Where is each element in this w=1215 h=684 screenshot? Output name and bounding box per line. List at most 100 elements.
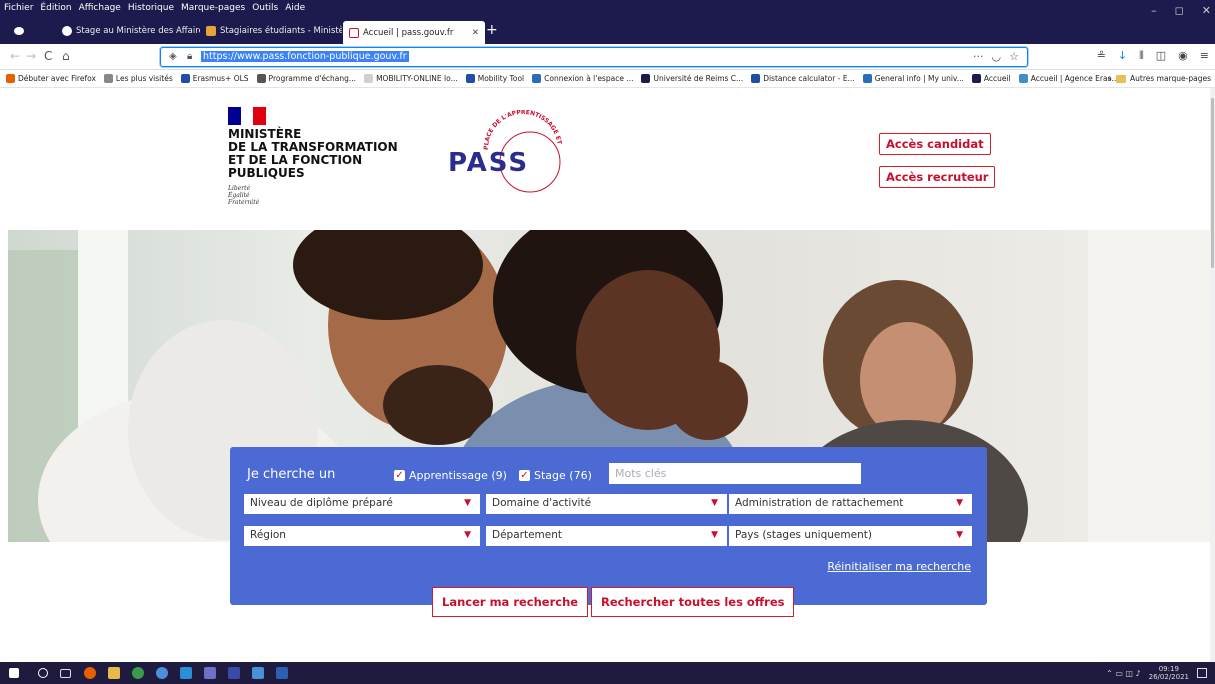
tab-accueil-pass[interactable]: Accueil | pass.gouv.fr ✕ (343, 21, 485, 44)
menu-aide[interactable]: Aide (285, 3, 305, 13)
page-scrollbar[interactable] (1210, 88, 1215, 662)
domaine-select[interactable]: Domaine d'activité ▼ (486, 494, 727, 514)
chrome-icon[interactable] (132, 667, 144, 679)
menu-affichage[interactable]: Affichage (79, 3, 121, 13)
app-icon[interactable] (156, 667, 168, 679)
menu-historique[interactable]: Historique (128, 3, 174, 13)
bookmark-item[interactable]: MOBILITY-ONLINE lo... (364, 74, 458, 83)
tab-favicon-icon (206, 26, 216, 36)
region-select[interactable]: Région ▼ (244, 526, 480, 546)
shield-icon[interactable]: ◈ (169, 51, 177, 62)
maximize-button[interactable]: ◻ (1175, 4, 1184, 17)
account-icon[interactable]: ≗ (1097, 49, 1106, 63)
clock[interactable]: 09:19 26/02/2021 (1149, 665, 1189, 681)
download-icon[interactable]: ↓ (1118, 49, 1127, 63)
apprentissage-checkbox[interactable]: ✓ Apprentissage (9) (394, 469, 507, 482)
bookmark-item[interactable]: Accueil | Agence Eras... (1018, 74, 1119, 83)
search-icon[interactable] (38, 668, 48, 678)
deepl-icon[interactable] (228, 667, 240, 679)
bookmark-item[interactable]: Accueil (971, 74, 1011, 83)
bookmark-item[interactable]: Université de Reims C... (641, 74, 743, 83)
extension-icon[interactable]: ◉ (1178, 49, 1188, 63)
tab-affaires[interactable]: Stage au Ministère des Affaires ✕ (56, 21, 200, 41)
close-window-button[interactable]: ✕ (1202, 4, 1211, 17)
recruiter-access-button[interactable]: Accès recruteur (879, 166, 996, 188)
bookmark-favicon-icon (103, 74, 113, 83)
bookmark-item[interactable]: General info | My univ... (862, 74, 964, 83)
url-bar[interactable]: ◈ 🔒︎ https://www.pass.fonction-publique.… (160, 47, 1028, 67)
dropdown-arrow-icon: ▼ (956, 498, 963, 508)
app2-icon[interactable] (252, 667, 264, 679)
more-icon[interactable]: ··· (973, 50, 984, 63)
bookmark-favicon-icon (180, 74, 190, 83)
bookmark-item[interactable]: Les plus visités (103, 74, 173, 83)
close-tab-icon[interactable]: ✕ (466, 28, 479, 38)
bookmark-star-icon[interactable]: ☆ (1009, 50, 1019, 63)
url-text[interactable]: https://www.pass.fonction-publique.gouv.… (201, 51, 409, 62)
minimize-button[interactable]: – (1151, 4, 1157, 17)
pays-select[interactable]: Pays (stages uniquement) ▼ (729, 526, 972, 546)
search-panel: Je cherche un ✓ Apprentissage (9) ✓ Stag… (230, 447, 987, 605)
menu-edition[interactable]: Édition (40, 3, 71, 13)
word-icon[interactable] (276, 667, 288, 679)
back-button[interactable]: ← (10, 49, 20, 63)
teams-icon[interactable] (204, 667, 216, 679)
page-content: MINISTÈRE DE LA TRANSFORMATION ET DE LA … (0, 88, 1210, 662)
bookmark-item[interactable]: Erasmus+ OLS (180, 74, 249, 83)
lock-icon[interactable]: 🔒︎ (187, 51, 192, 62)
apprentissage-label[interactable]: Apprentissage (9) (409, 469, 507, 482)
outlook-icon[interactable] (180, 667, 192, 679)
new-tab-button[interactable]: + (486, 22, 498, 38)
reset-search-link[interactable]: Réinitialiser ma recherche (827, 560, 971, 573)
candidate-access-button[interactable]: Accès candidat (879, 133, 991, 155)
bookmark-item[interactable]: Débuter avec Firefox (6, 74, 96, 83)
pass-logo-text[interactable]: PASS (448, 148, 529, 178)
home-button[interactable]: ⌂ (62, 49, 70, 63)
bookmark-label: Accueil | Agence Eras... (1030, 74, 1119, 83)
search-label: Je cherche un (247, 467, 336, 482)
svg-text:PLACE DE L'APPRENTISSAGE ET DE: PLACE DE L'APPRENTISSAGE ET DES STAGES (446, 110, 563, 150)
bookmark-label: General info | My univ... (874, 74, 964, 83)
pinned-tab-icon[interactable] (14, 27, 24, 35)
bookmark-item[interactable]: Connexion à l'espace ... (532, 74, 633, 83)
stage-checkbox[interactable]: ✓ Stage (76) (519, 469, 592, 482)
file-explorer-icon[interactable] (108, 667, 120, 679)
tab-favicon-icon (62, 26, 72, 36)
menu-marque-pages[interactable]: Marque-pages (181, 3, 245, 13)
checkmark-icon[interactable]: ✓ (394, 470, 405, 481)
menu-outils[interactable]: Outils (252, 3, 278, 13)
bookmark-label: Erasmus+ OLS (192, 74, 249, 83)
administration-select[interactable]: Administration de rattachement ▼ (729, 494, 972, 514)
bookmark-favicon-icon (1018, 74, 1028, 83)
launch-search-button[interactable]: Lancer ma recherche (432, 587, 589, 617)
pocket-icon[interactable]: ◡ (992, 50, 1002, 63)
hamburger-menu-icon[interactable]: ≡ (1200, 49, 1209, 63)
windows-start-icon[interactable] (9, 668, 19, 678)
ministry-name: MINISTÈRE DE LA TRANSFORMATION ET DE LA … (228, 127, 398, 180)
departement-select[interactable]: Département ▼ (486, 526, 727, 546)
niveau-select[interactable]: Niveau de diplôme préparé ▼ (244, 494, 480, 514)
tray-icons[interactable]: ⌃ ▭ ◫ ♪ (1106, 669, 1141, 678)
tab-stagiaires[interactable]: Stagiaires étudiants - Ministère ✕ (200, 21, 342, 41)
library-icon[interactable]: ⫴ (1139, 49, 1144, 63)
other-bookmarks[interactable]: Autres marque-pages (1130, 74, 1211, 83)
checkmark-icon[interactable]: ✓ (519, 470, 530, 481)
task-view-icon[interactable] (60, 669, 71, 678)
bookmarks-overflow-icon[interactable]: » (1107, 74, 1112, 83)
dropdown-arrow-icon: ▼ (711, 530, 718, 540)
stage-label[interactable]: Stage (76) (534, 469, 592, 482)
tab-favicon-icon (349, 27, 359, 38)
menu-fichier[interactable]: Fichier (4, 3, 33, 13)
bookmark-item[interactable]: Programme d'échang... (256, 74, 356, 83)
bookmark-item[interactable]: Distance calculator - E... (751, 74, 855, 83)
bookmark-label: Débuter avec Firefox (18, 74, 96, 83)
all-offers-button[interactable]: Rechercher toutes les offres (591, 587, 795, 617)
bookmark-item[interactable]: Mobility Tool (465, 74, 524, 83)
keywords-input[interactable] (609, 463, 861, 484)
forward-button[interactable]: → (26, 49, 36, 63)
sidebar-icon[interactable]: ◫ (1156, 49, 1166, 63)
firefox-taskbar-icon[interactable] (84, 667, 96, 679)
notification-icon[interactable] (1197, 668, 1207, 678)
scrollbar-thumb[interactable] (1211, 98, 1214, 268)
reload-button[interactable]: C (44, 49, 52, 63)
